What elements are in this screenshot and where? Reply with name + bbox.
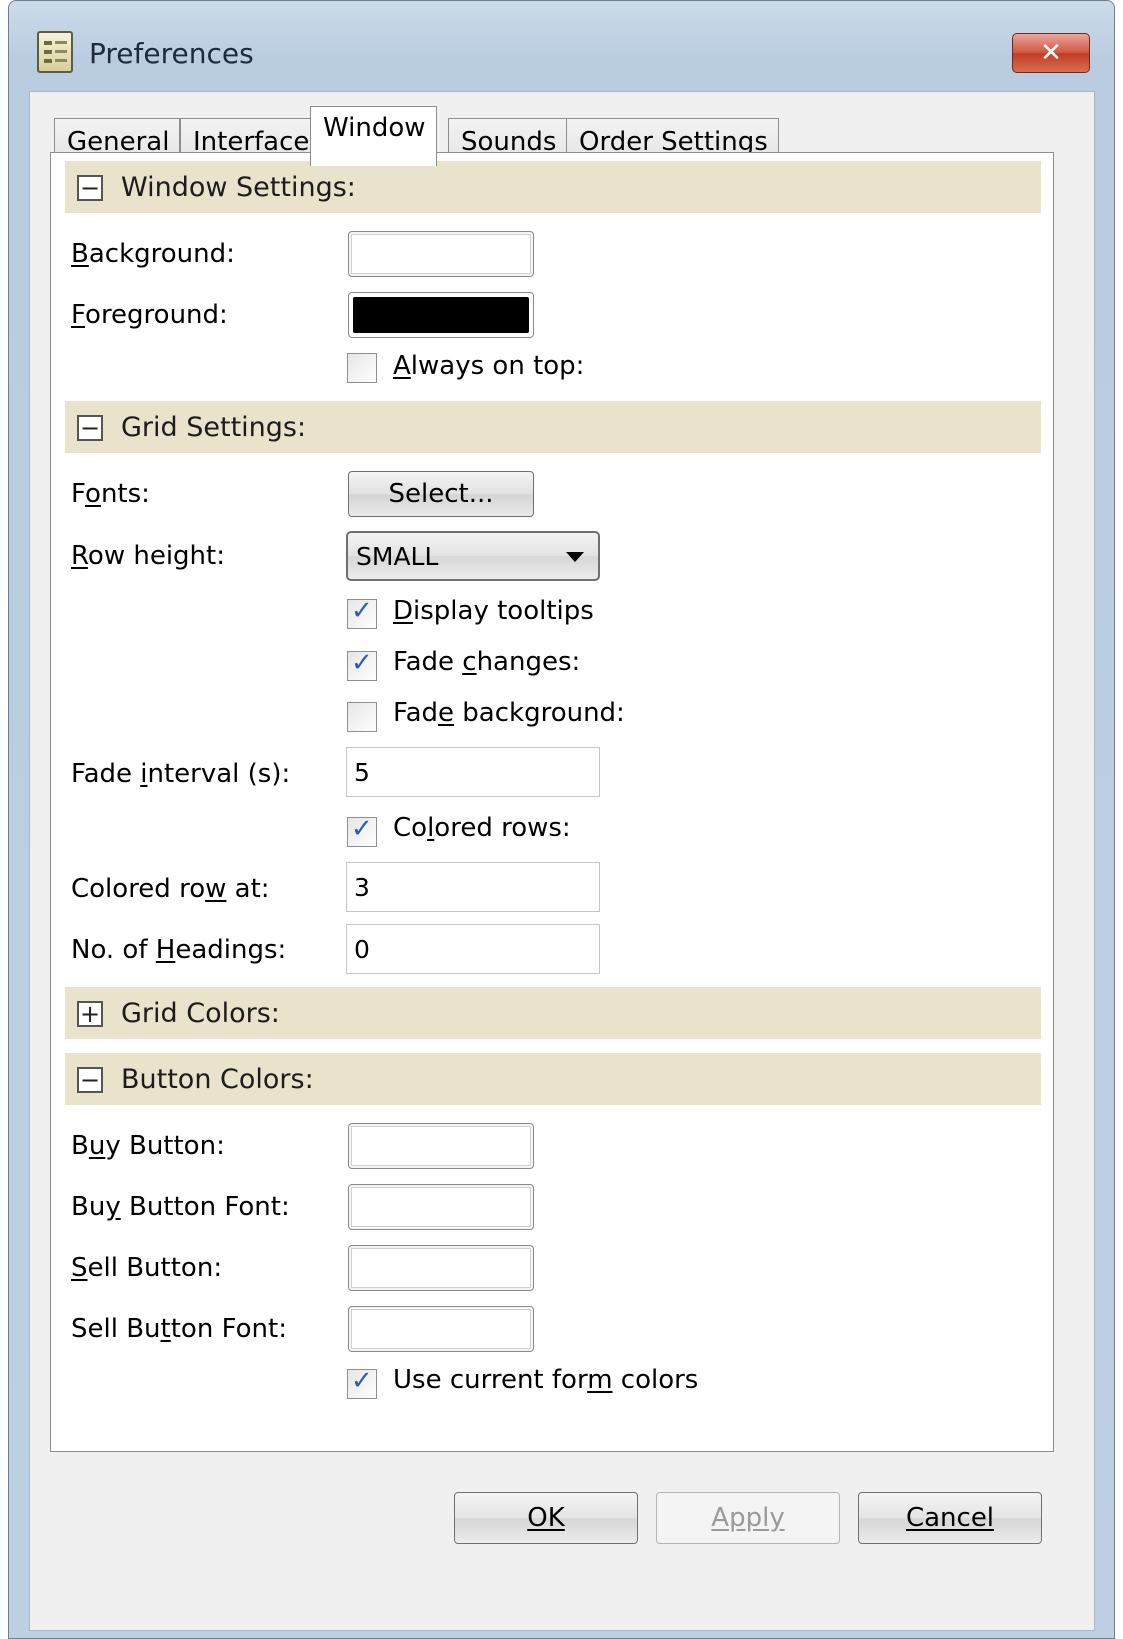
background-label: Background:	[71, 239, 235, 269]
foreground-swatch	[353, 297, 529, 333]
section-title: Grid Settings:	[121, 412, 307, 443]
row-height-value: SMALL	[356, 542, 439, 571]
collapse-icon[interactable]: −	[77, 174, 103, 202]
fade-changes-label: Fade changes:	[393, 647, 581, 677]
use-current-form-colors-checkbox[interactable]: ✓	[347, 1366, 377, 1399]
fade-background-label: Fade background:	[393, 698, 625, 728]
row-height-label: Row height:	[71, 541, 225, 571]
window-settings-header[interactable]: − Window Settings:	[65, 161, 1041, 213]
select-fonts-button[interactable]: Select...	[348, 471, 534, 517]
preferences-window: Preferences ✕ General Interface Window S…	[8, 0, 1115, 1639]
grid-settings-header[interactable]: − Grid Settings:	[65, 401, 1041, 453]
close-button[interactable]: ✕	[1012, 33, 1090, 73]
colored-rows-label: Colored rows:	[393, 813, 571, 843]
always-on-top-checkbox[interactable]	[347, 353, 377, 383]
colored-row-at-input[interactable]: 3	[346, 862, 600, 912]
collapse-icon[interactable]: −	[77, 414, 103, 442]
display-tooltips-label: Display tooltips	[393, 596, 594, 626]
section-title: Window Settings:	[121, 172, 356, 203]
fade-interval-input[interactable]: 5	[346, 747, 600, 797]
collapse-icon[interactable]: −	[77, 1066, 103, 1094]
foreground-label: Foreground:	[71, 300, 228, 330]
checkmark-icon: ✓	[351, 814, 373, 844]
row-height-dropdown[interactable]: SMALL	[346, 531, 600, 581]
buy-button-font-label: Buy Button Font:	[71, 1192, 290, 1222]
colored-rows-checkbox[interactable]: ✓	[347, 814, 377, 847]
section-title: Grid Colors:	[121, 998, 280, 1029]
title-bar[interactable]: Preferences ✕	[9, 1, 1114, 93]
tab-panel-window: − Window Settings: Background: Foregroun…	[50, 152, 1054, 1452]
fonts-label: Fonts:	[71, 479, 150, 509]
fade-changes-checkbox[interactable]: ✓	[347, 648, 377, 681]
dropdown-arrow-icon	[566, 552, 584, 562]
foreground-color-picker[interactable]	[348, 292, 534, 338]
sell-button-font-color-picker[interactable]	[348, 1306, 534, 1352]
background-color-picker[interactable]	[348, 231, 534, 277]
section-title: Button Colors:	[121, 1064, 314, 1095]
checkmark-icon: ✓	[351, 648, 373, 678]
expand-icon[interactable]: +	[77, 1000, 103, 1028]
sell-button-color-picker[interactable]	[348, 1245, 534, 1291]
colored-row-at-label: Colored row at:	[71, 874, 270, 904]
buy-button-font-color-picker[interactable]	[348, 1184, 534, 1230]
app-icon	[37, 31, 73, 73]
buy-button-label: Buy Button:	[71, 1131, 225, 1161]
window-title: Preferences	[89, 37, 254, 70]
apply-button[interactable]: Apply	[656, 1492, 840, 1544]
use-current-form-colors-label: Use current form colors	[393, 1365, 699, 1395]
dialog-body: General Interface Window Sounds Order Se…	[29, 91, 1095, 1631]
tab-window[interactable]: Window	[310, 106, 437, 166]
fade-background-checkbox[interactable]	[347, 702, 377, 732]
fade-interval-label: Fade interval (s):	[71, 759, 291, 789]
sell-button-label: Sell Button:	[71, 1253, 223, 1283]
grid-colors-header[interactable]: + Grid Colors:	[65, 987, 1041, 1039]
headings-label: No. of Headings:	[71, 935, 287, 965]
button-colors-header[interactable]: − Button Colors:	[65, 1053, 1041, 1105]
checkmark-icon: ✓	[351, 1366, 373, 1396]
buy-button-color-picker[interactable]	[348, 1123, 534, 1169]
ok-button[interactable]: OK	[454, 1492, 638, 1544]
cancel-button[interactable]: Cancel	[858, 1492, 1042, 1544]
sell-button-font-label: Sell Button Font:	[71, 1314, 287, 1344]
always-on-top-label: Always on top:	[393, 351, 585, 381]
checkmark-icon: ✓	[351, 596, 373, 626]
display-tooltips-checkbox[interactable]: ✓	[347, 596, 377, 629]
headings-input[interactable]: 0	[346, 924, 600, 974]
